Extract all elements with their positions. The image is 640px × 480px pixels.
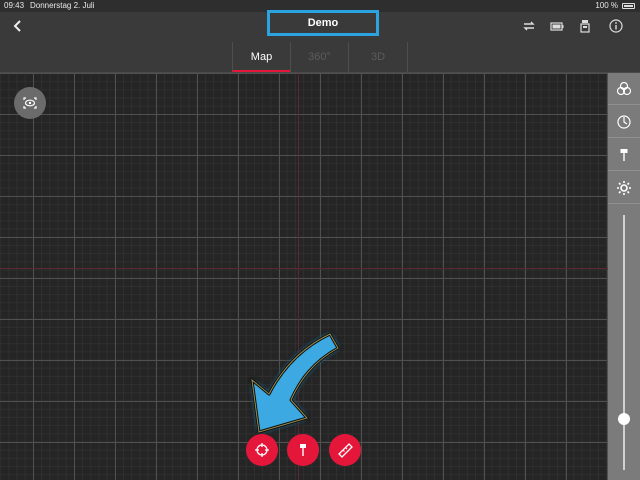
settings-icon: [617, 181, 631, 195]
layers-icon: [616, 81, 632, 96]
pin-icon: [300, 444, 306, 456]
eye-icon: [23, 97, 37, 109]
target-icon: [255, 443, 269, 457]
measure-button[interactable]: [329, 434, 361, 466]
target-button[interactable]: [246, 434, 278, 466]
settings-button[interactable]: [608, 172, 640, 204]
sync-icon[interactable]: [521, 18, 537, 34]
status-battery-icon: [622, 3, 635, 9]
pin-button[interactable]: [608, 139, 640, 171]
pin-icon: [620, 149, 628, 161]
tab-360[interactable]: 360°: [290, 42, 348, 72]
right-toolbar: [608, 73, 640, 480]
status-time: 09:43: [4, 1, 25, 10]
zoom-slider-track[interactable]: [623, 215, 625, 470]
compass-icon: [617, 115, 631, 129]
tab-map[interactable]: Map: [232, 42, 290, 72]
zoom-slider-handle[interactable]: [618, 413, 630, 425]
tab-3d[interactable]: 3D: [348, 42, 408, 72]
compass-button[interactable]: [608, 106, 640, 138]
status-battery-percent: 100 %: [595, 1, 618, 10]
map-axis-horizontal: [0, 268, 608, 269]
back-icon[interactable]: [10, 18, 26, 34]
info-icon[interactable]: [608, 18, 624, 34]
navigation-bar: Demo Map 360° 3D: [0, 10, 640, 73]
add-pin-button[interactable]: [287, 434, 319, 466]
tutorial-arrow-icon: [250, 332, 340, 434]
status-date: Donnerstag 2. Juli: [30, 1, 95, 10]
measure-icon: [338, 443, 353, 458]
battery-icon[interactable]: [549, 18, 565, 34]
page-title: Demo: [267, 10, 379, 36]
device-icon[interactable]: [577, 18, 593, 34]
layers-button[interactable]: [608, 73, 640, 105]
view-tabs: Map 360° 3D: [232, 42, 408, 72]
view-toggle-button[interactable]: [14, 87, 46, 119]
